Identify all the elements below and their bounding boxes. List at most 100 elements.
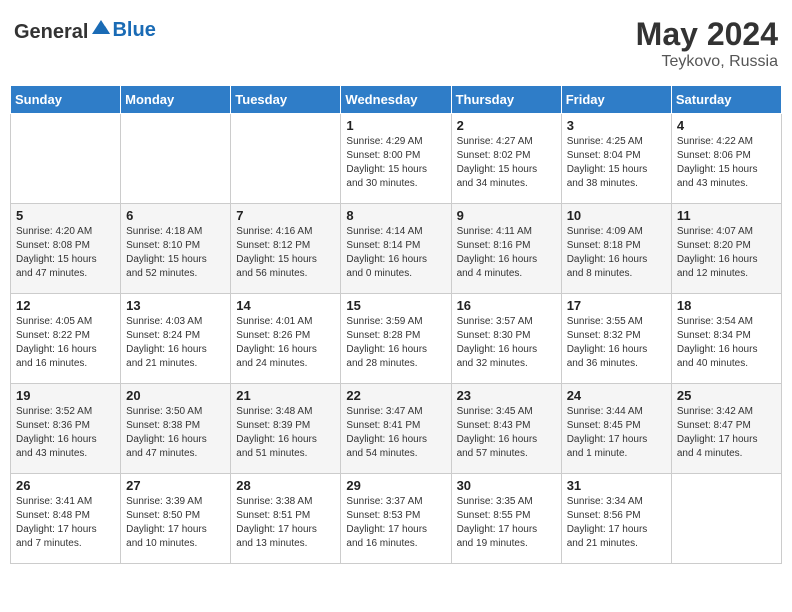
column-header-sunday: Sunday (11, 86, 121, 114)
calendar-cell (11, 114, 121, 204)
day-info: Sunrise: 3:38 AM Sunset: 8:51 PM Dayligh… (236, 495, 335, 551)
calendar-cell (671, 474, 781, 564)
day-number: 31 (567, 478, 666, 493)
day-number: 23 (457, 388, 556, 403)
column-header-thursday: Thursday (451, 86, 561, 114)
calendar-week-row: 26 Sunrise: 3:41 AM Sunset: 8:48 PM Dayli… (11, 474, 782, 564)
calendar-cell (231, 114, 341, 204)
day-number: 15 (346, 298, 445, 313)
day-number: 13 (126, 298, 225, 313)
day-number: 21 (236, 388, 335, 403)
day-info: Sunrise: 3:59 AM Sunset: 8:28 PM Dayligh… (346, 315, 445, 371)
calendar-cell: 25Sunrise: 3:42 AM Sunset: 8:47 PM Dayli… (671, 384, 781, 474)
calendar-cell: 12Sunrise: 4:05 AM Sunset: 8:22 PM Dayli… (11, 294, 121, 384)
day-info: Sunrise: 3:44 AM Sunset: 8:45 PM Dayligh… (567, 405, 666, 461)
day-number: 7 (236, 208, 335, 223)
day-info: Sunrise: 4:16 AM Sunset: 8:12 PM Dayligh… (236, 225, 335, 281)
day-number: 4 (677, 118, 776, 133)
day-number: 1 (346, 118, 445, 133)
day-info: Sunrise: 3:47 AM Sunset: 8:41 PM Dayligh… (346, 405, 445, 461)
calendar-cell (121, 114, 231, 204)
day-number: 6 (126, 208, 225, 223)
logo-general-text: General (14, 21, 88, 43)
day-info: Sunrise: 4:25 AM Sunset: 8:04 PM Dayligh… (567, 135, 666, 191)
day-number: 8 (346, 208, 445, 223)
day-info: Sunrise: 3:39 AM Sunset: 8:50 PM Dayligh… (126, 495, 225, 551)
calendar-cell: 4 Sunrise: 4:22 AM Sunset: 8:06 PM Daylig… (671, 114, 781, 204)
day-info: Sunrise: 4:14 AM Sunset: 8:14 PM Dayligh… (346, 225, 445, 281)
day-number: 16 (457, 298, 556, 313)
column-header-monday: Monday (121, 86, 231, 114)
calendar-cell: 3 Sunrise: 4:25 AM Sunset: 8:04 PM Daylig… (561, 114, 671, 204)
calendar-cell: 30 Sunrise: 3:35 AM Sunset: 8:55 PM Dayli… (451, 474, 561, 564)
day-info: Sunrise: 4:09 AM Sunset: 8:18 PM Dayligh… (567, 225, 666, 281)
column-header-friday: Friday (561, 86, 671, 114)
calendar-week-row: 5 Sunrise: 4:20 AM Sunset: 8:08 PM Daylig… (11, 204, 782, 294)
day-info: Sunrise: 3:54 AM Sunset: 8:34 PM Dayligh… (677, 315, 776, 371)
day-number: 19 (16, 388, 115, 403)
calendar-cell: 21 Sunrise: 3:48 AM Sunset: 8:39 PM Dayli… (231, 384, 341, 474)
calendar-cell: 1 Sunrise: 4:29 AM Sunset: 8:00 PM Daylig… (341, 114, 451, 204)
calendar-cell: 10 Sunrise: 4:09 AM Sunset: 8:18 PM Dayli… (561, 204, 671, 294)
day-info: Sunrise: 3:50 AM Sunset: 8:38 PM Dayligh… (126, 405, 225, 461)
day-number: 10 (567, 208, 666, 223)
month-year-title: May 2024 (636, 16, 778, 53)
day-number: 12 (16, 298, 115, 313)
calendar-cell: 16 Sunrise: 3:57 AM Sunset: 8:30 PM Dayli… (451, 294, 561, 384)
day-number: 2 (457, 118, 556, 133)
calendar-cell: 8 Sunrise: 4:14 AM Sunset: 8:14 PM Daylig… (341, 204, 451, 294)
day-info: Sunrise: 3:57 AM Sunset: 8:30 PM Dayligh… (457, 315, 556, 371)
calendar-cell: 28 Sunrise: 3:38 AM Sunset: 8:51 PM Dayli… (231, 474, 341, 564)
calendar-cell: 18 Sunrise: 3:54 AM Sunset: 8:34 PM Dayli… (671, 294, 781, 384)
day-number: 14 (236, 298, 335, 313)
day-info: Sunrise: 4:29 AM Sunset: 8:00 PM Dayligh… (346, 135, 445, 191)
calendar-cell: 29Sunrise: 3:37 AM Sunset: 8:53 PM Dayli… (341, 474, 451, 564)
day-info: Sunrise: 3:34 AM Sunset: 8:56 PM Dayligh… (567, 495, 666, 551)
day-number: 30 (457, 478, 556, 493)
day-number: 18 (677, 298, 776, 313)
day-info: Sunrise: 3:48 AM Sunset: 8:39 PM Dayligh… (236, 405, 335, 461)
calendar-cell: 22 Sunrise: 3:47 AM Sunset: 8:41 PM Dayli… (341, 384, 451, 474)
day-number: 22 (346, 388, 445, 403)
day-number: 27 (126, 478, 225, 493)
calendar-cell: 17Sunrise: 3:55 AM Sunset: 8:32 PM Dayli… (561, 294, 671, 384)
day-info: Sunrise: 3:41 AM Sunset: 8:48 PM Dayligh… (16, 495, 115, 551)
calendar-cell: 5 Sunrise: 4:20 AM Sunset: 8:08 PM Daylig… (11, 204, 121, 294)
logo: General Blue (14, 16, 156, 44)
day-info: Sunrise: 4:01 AM Sunset: 8:26 PM Dayligh… (236, 315, 335, 371)
calendar-cell: 13 Sunrise: 4:03 AM Sunset: 8:24 PM Dayli… (121, 294, 231, 384)
day-number: 24 (567, 388, 666, 403)
day-info: Sunrise: 4:03 AM Sunset: 8:24 PM Dayligh… (126, 315, 225, 371)
column-header-saturday: Saturday (671, 86, 781, 114)
day-number: 3 (567, 118, 666, 133)
column-header-wednesday: Wednesday (341, 86, 451, 114)
day-info: Sunrise: 4:22 AM Sunset: 8:06 PM Dayligh… (677, 135, 776, 191)
day-info: Sunrise: 4:20 AM Sunset: 8:08 PM Dayligh… (16, 225, 115, 281)
day-info: Sunrise: 4:07 AM Sunset: 8:20 PM Dayligh… (677, 225, 776, 281)
calendar-header-row: SundayMondayTuesdayWednesdayThursdayFrid… (11, 86, 782, 114)
day-number: 28 (236, 478, 335, 493)
calendar-cell: 15 Sunrise: 3:59 AM Sunset: 8:28 PM Dayli… (341, 294, 451, 384)
day-info: Sunrise: 3:35 AM Sunset: 8:55 PM Dayligh… (457, 495, 556, 551)
day-number: 9 (457, 208, 556, 223)
calendar-cell: 2Sunrise: 4:27 AM Sunset: 8:02 PM Daylig… (451, 114, 561, 204)
day-number: 26 (16, 478, 115, 493)
calendar-cell: 6Sunrise: 4:18 AM Sunset: 8:10 PM Daylig… (121, 204, 231, 294)
calendar-cell: 14 Sunrise: 4:01 AM Sunset: 8:26 PM Dayli… (231, 294, 341, 384)
title-area: May 2024 Teykovo, Russia (636, 16, 778, 71)
calendar-week-row: 1 Sunrise: 4:29 AM Sunset: 8:00 PM Daylig… (11, 114, 782, 204)
day-info: Sunrise: 3:45 AM Sunset: 8:43 PM Dayligh… (457, 405, 556, 461)
day-number: 5 (16, 208, 115, 223)
calendar-table: SundayMondayTuesdayWednesdayThursdayFrid… (10, 85, 782, 564)
calendar-cell: 7 Sunrise: 4:16 AM Sunset: 8:12 PM Daylig… (231, 204, 341, 294)
calendar-cell: 27 Sunrise: 3:39 AM Sunset: 8:50 PM Dayli… (121, 474, 231, 564)
calendar-cell: 20 Sunrise: 3:50 AM Sunset: 8:38 PM Dayli… (121, 384, 231, 474)
day-number: 11 (677, 208, 776, 223)
calendar-cell: 9Sunrise: 4:11 AM Sunset: 8:16 PM Daylig… (451, 204, 561, 294)
day-info: Sunrise: 3:52 AM Sunset: 8:36 PM Dayligh… (16, 405, 115, 461)
day-number: 29 (346, 478, 445, 493)
calendar-cell: 31 Sunrise: 3:34 AM Sunset: 8:56 PM Dayli… (561, 474, 671, 564)
calendar-cell: 19 Sunrise: 3:52 AM Sunset: 8:36 PM Dayli… (11, 384, 121, 474)
header: General Blue May 2024 Teykovo, Russia (10, 10, 782, 77)
day-number: 20 (126, 388, 225, 403)
